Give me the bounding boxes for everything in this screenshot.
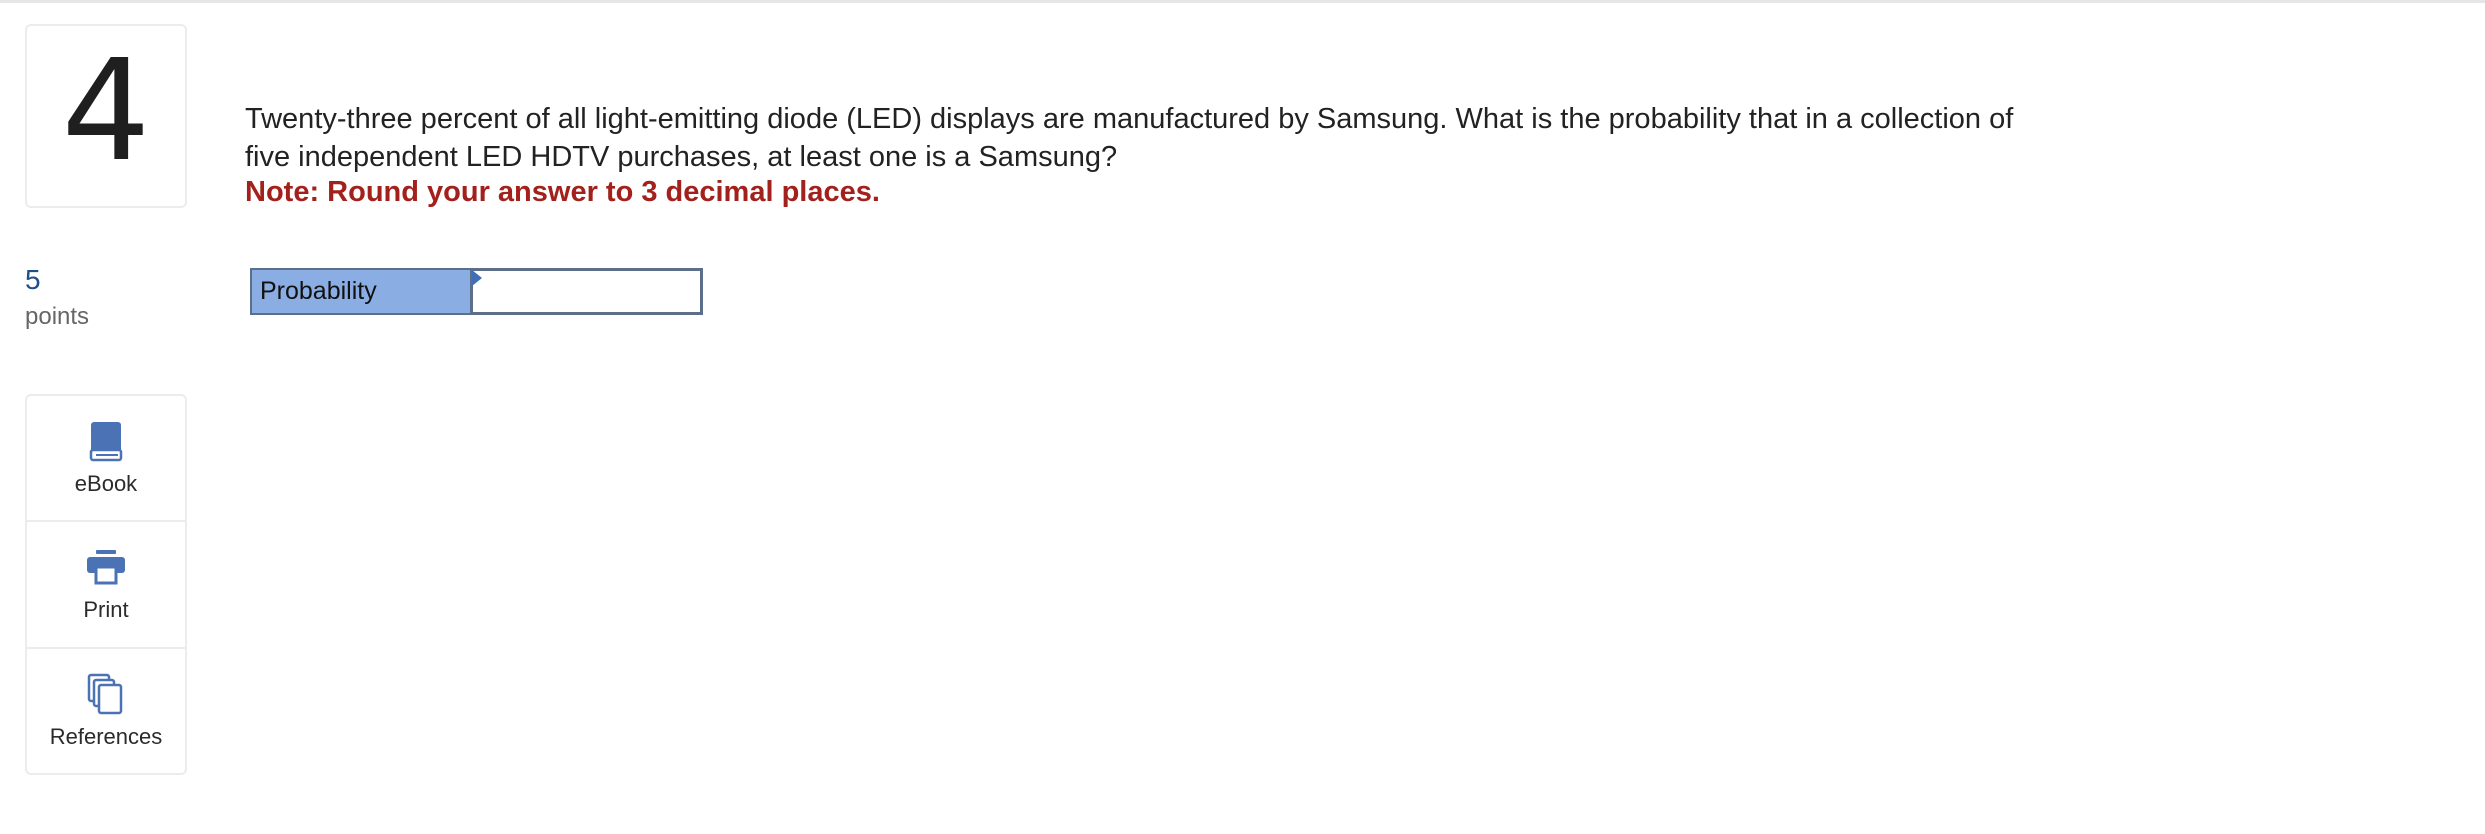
references-label: References: [49, 723, 163, 749]
print-button[interactable]: Print: [27, 522, 185, 649]
answer-row: Probability: [250, 268, 703, 315]
question-number: 4: [61, 30, 151, 193]
ebook-label: eBook: [74, 471, 138, 497]
top-divider: [0, 0, 2485, 3]
printer-icon: [84, 545, 128, 589]
print-label: Print: [83, 597, 129, 623]
question-number-card: 4: [25, 24, 187, 208]
question-text: Twenty-three percent of all light-emitti…: [245, 103, 2014, 173]
ebook-button[interactable]: eBook: [27, 396, 185, 523]
points-value: 5: [25, 264, 41, 295]
points-label: points: [25, 303, 90, 330]
tools-panel: eBook Print References: [25, 394, 187, 775]
references-icon: [84, 672, 128, 716]
probability-input-wrapper: [470, 268, 703, 315]
rounding-note: Note: Round your answer to 3 decimal pla…: [245, 176, 880, 208]
input-marker-icon: [472, 270, 482, 286]
book-icon: [84, 419, 128, 463]
references-button[interactable]: References: [27, 649, 185, 773]
probability-label: Probability: [250, 268, 470, 315]
probability-input[interactable]: [473, 271, 700, 312]
